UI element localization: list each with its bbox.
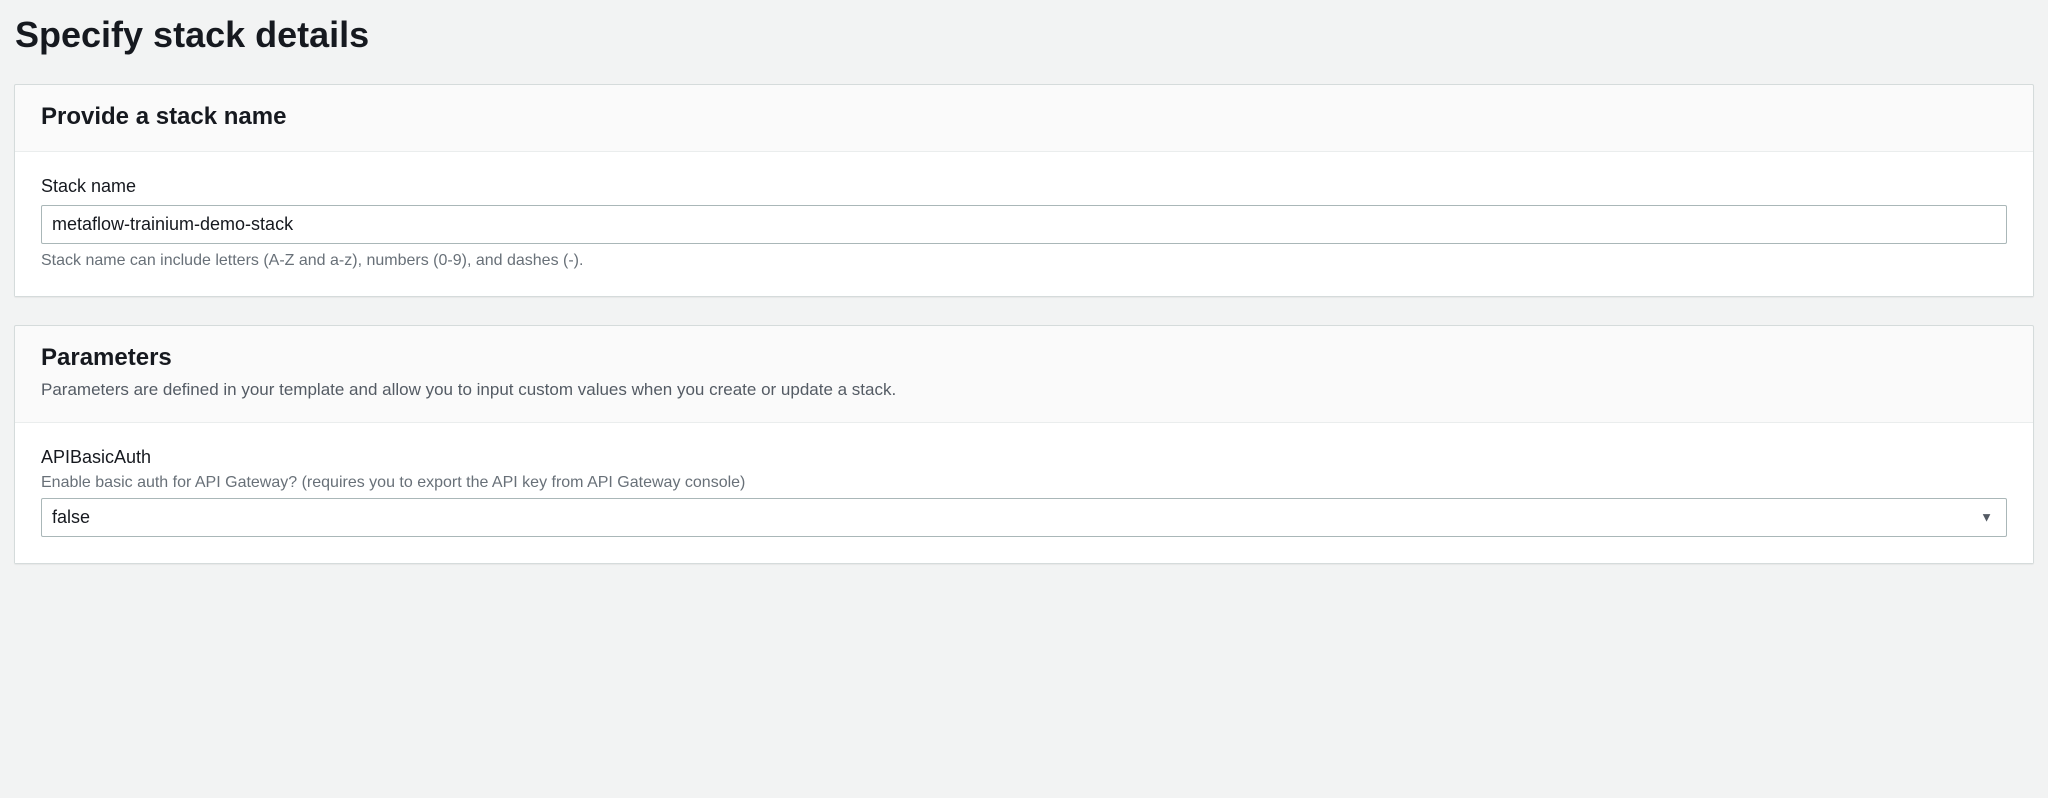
api-basic-auth-description: Enable basic auth for API Gateway? (requ…	[41, 474, 2007, 492]
parameters-panel: Parameters Parameters are defined in you…	[14, 325, 2034, 564]
parameters-subtitle: Parameters are defined in your template …	[41, 378, 2007, 402]
api-basic-auth-label: APIBasicAuth	[41, 447, 2007, 468]
stack-name-panel-header: Provide a stack name	[15, 85, 2033, 152]
page-title: Specify stack details	[14, 14, 2034, 56]
stack-name-label: Stack name	[41, 176, 2007, 197]
stack-name-input[interactable]	[41, 205, 2007, 244]
api-basic-auth-select-wrap: false ▼	[41, 498, 2007, 537]
stack-name-heading: Provide a stack name	[41, 103, 2007, 131]
stack-name-hint: Stack name can include letters (A-Z and …	[41, 252, 2007, 270]
parameters-panel-body: APIBasicAuth Enable basic auth for API G…	[15, 423, 2033, 563]
api-basic-auth-select[interactable]: false	[41, 498, 2007, 537]
parameters-heading: Parameters	[41, 344, 2007, 372]
stack-name-panel: Provide a stack name Stack name Stack na…	[14, 84, 2034, 297]
stack-name-panel-body: Stack name Stack name can include letter…	[15, 152, 2033, 296]
parameters-panel-header: Parameters Parameters are defined in you…	[15, 326, 2033, 423]
